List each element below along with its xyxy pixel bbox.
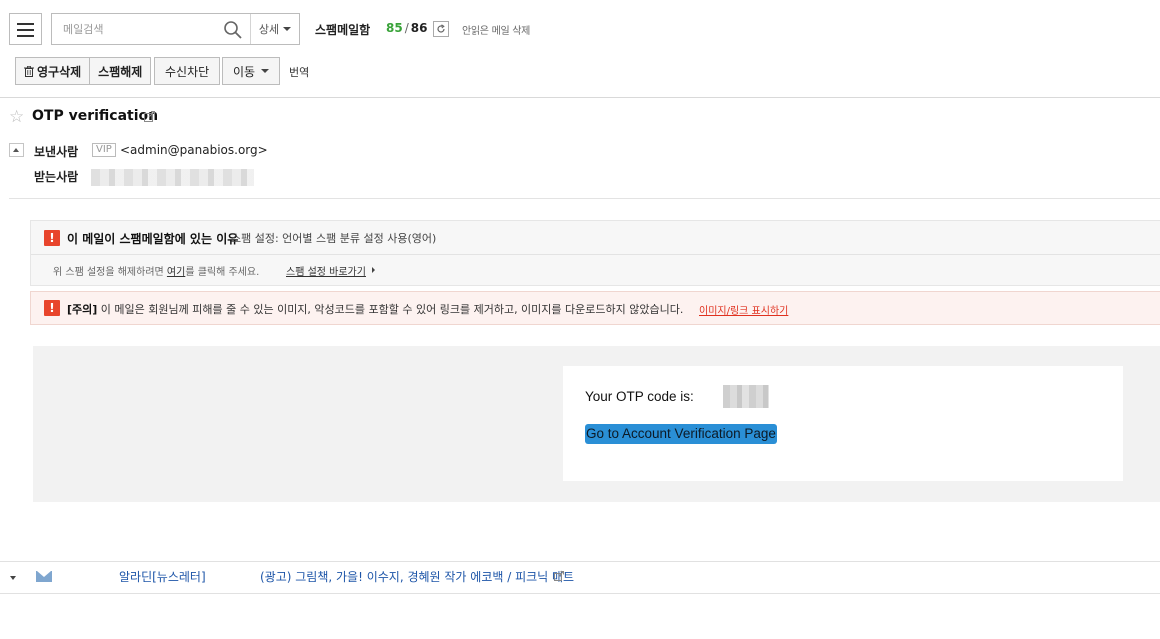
not-spam-button[interactable]: 스팸해제 [89,58,151,84]
chevron-down-icon [261,69,270,73]
search-input[interactable] [52,14,250,44]
move-button[interactable]: 이동 [222,57,281,85]
delete-unread-link[interactable]: 안읽은 메일 삭제 [462,22,530,37]
action-group: 영구삭제 스팸해제 [15,57,152,85]
warning-icon: ! [44,300,60,316]
unread-count[interactable]: 85 [386,21,403,35]
sender-address[interactable]: <admin@panabios.org> [120,143,268,157]
chevron-up-icon [13,148,19,152]
mail-count: 85/86 [386,21,428,35]
mail-body: Your OTP code is: Go to Account Verifica… [33,346,1160,502]
spam-hint: 위 스팸 설정을 해제하려면 여기를 클릭해 주세요. [53,267,260,278]
recipient-address-redacted [91,169,254,186]
divider [0,593,1160,594]
new-window-icon[interactable] [144,111,155,122]
star-icon[interactable]: ☆ [9,109,24,126]
caution-notice: ! [주의] 이 메일은 회원님께 피해를 줄 수 있는 이미지, 악성코드를 … [30,291,1160,325]
search-icon[interactable] [223,20,243,40]
trash-icon [24,65,34,77]
divider [9,198,1160,199]
spam-reason-title: 이 메일이 스팸메일함에 있는 이유 [67,232,239,246]
divider [0,561,1160,562]
spam-settings-link[interactable]: 스팸 설정 바로가기 [286,263,366,278]
refresh-button[interactable] [433,21,449,37]
otp-label: Your OTP code is: [585,389,694,404]
total-count: 86 [410,21,428,35]
chevron-down-icon[interactable] [10,576,16,580]
caution-text: [주의] 이 메일은 회원님께 피해를 줄 수 있는 이미지, 악성코드를 포함… [67,303,684,316]
menu-icon[interactable] [9,13,42,45]
divider [0,97,1160,98]
translate-button[interactable]: 번역 [289,64,309,80]
disable-setting-link[interactable]: 여기 [167,267,185,278]
vip-badge[interactable]: VIP [92,143,116,157]
mail-card: Your OTP code is: Go to Account Verifica… [563,366,1123,481]
spam-reason-notice: ! 이 메일이 스팸메일함에 있는 이유 스팸 설정: 언어별 스팸 분류 설정… [30,220,1160,286]
next-mail-sender[interactable]: 알라딘[뉴스레터] [119,568,206,585]
chevron-right-icon [372,267,375,273]
delete-forever-button[interactable]: 영구삭제 [16,58,90,84]
from-label: 보낸사람 [34,145,79,159]
search-detail-label: 상세 [258,23,280,36]
block-sender-button[interactable]: 수신차단 [154,57,221,85]
show-images-link[interactable]: 이미지/링크 표시하기 [699,302,788,317]
collapse-header-button[interactable] [9,143,24,157]
mail-subject: OTP verification [32,108,159,124]
to-label: 받는사람 [34,170,79,184]
new-window-icon[interactable] [554,571,564,581]
folder-title: 스팸메일함 [315,23,371,37]
warning-icon: ! [44,230,60,246]
search-detail-button[interactable]: 상세 [251,14,299,44]
chevron-down-icon [283,27,292,31]
search-box: 상세 [51,13,300,45]
verification-button[interactable]: Go to Account Verification Page [585,424,777,444]
refresh-icon [437,24,445,33]
envelope-icon [36,571,52,582]
next-mail-subject[interactable]: (광고) 그림책, 가을! 이수지, 경혜원 작가 에코백 / 피크닉 매트 [260,568,574,585]
spam-reason-text: 스팸 설정: 언어별 스팸 분류 설정 사용(영어) [231,232,437,245]
otp-code-redacted [723,385,769,408]
